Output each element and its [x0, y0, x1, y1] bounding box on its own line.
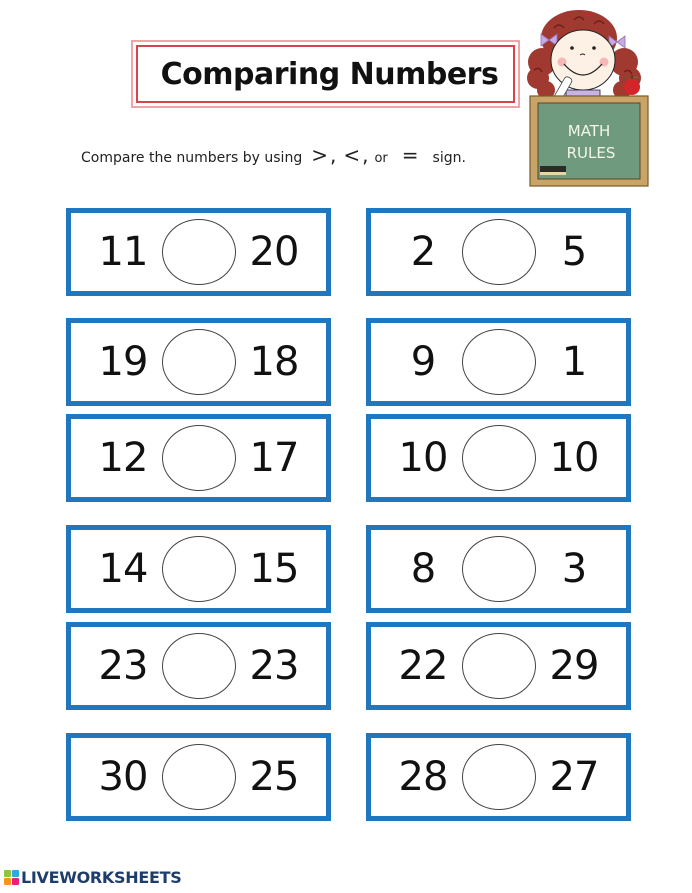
answer-oval-input[interactable]	[461, 536, 536, 602]
illustration-svg: MATH RULES	[527, 10, 649, 187]
answer-oval-input[interactable]	[161, 536, 236, 602]
right-number: 10	[549, 435, 600, 481]
chalkboard-line-2: RULES	[567, 144, 616, 162]
instructions-text: Compare the numbers by using	[81, 150, 303, 166]
answer-oval-input[interactable]	[461, 425, 536, 491]
right-number: 20	[249, 229, 300, 275]
right-number: 1	[561, 339, 587, 385]
or-text: or	[374, 151, 388, 166]
answer-oval-input[interactable]	[161, 329, 236, 395]
page-title: Comparing Numbers	[160, 56, 499, 92]
answer-oval-input[interactable]	[161, 744, 236, 810]
logo-square	[12, 878, 19, 885]
title-frame: Comparing Numbers	[136, 45, 515, 103]
comparison-card: 22 29	[366, 622, 631, 710]
left-number: 23	[98, 643, 149, 689]
comparison-card: 14 15	[66, 525, 331, 613]
logo-square	[4, 870, 11, 877]
answer-oval-input[interactable]	[461, 329, 536, 395]
right-number: 17	[249, 435, 300, 481]
right-number: 15	[249, 546, 300, 592]
answer-oval-input[interactable]	[461, 633, 536, 699]
answer-oval-input[interactable]	[161, 425, 236, 491]
left-number: 28	[398, 754, 449, 800]
comparison-card: 30 25	[66, 733, 331, 821]
left-number: 11	[98, 229, 149, 275]
answer-oval-input[interactable]	[461, 219, 536, 285]
answer-oval-input[interactable]	[461, 744, 536, 810]
greater-than-symbol: >	[311, 143, 328, 167]
answer-oval-input[interactable]	[161, 633, 236, 699]
right-number: 29	[549, 643, 600, 689]
left-number: 14	[98, 546, 149, 592]
comparison-card: 11 20	[66, 208, 331, 296]
left-number: 2	[410, 229, 436, 275]
liveworksheets-brand: LIVEWORKSHEETS	[4, 868, 182, 887]
girl-chalkboard-illustration: MATH RULES	[524, 0, 654, 190]
chalkboard-icon	[529, 95, 649, 187]
left-number: 9	[410, 339, 436, 385]
less-than-symbol: <	[343, 143, 361, 167]
right-number: 27	[549, 754, 600, 800]
right-number: 3	[561, 546, 587, 592]
left-number: 19	[98, 339, 149, 385]
equals-symbol: =	[401, 143, 419, 167]
brand-name: LIVEWORKSHEETS	[21, 868, 182, 887]
comparison-card: 23 23	[66, 622, 331, 710]
left-number: 12	[98, 435, 149, 481]
logo-square	[12, 870, 19, 877]
comma: ,	[329, 143, 337, 167]
logo-square	[4, 878, 11, 885]
left-number: 30	[98, 754, 149, 800]
comparison-card: 19 18	[66, 318, 331, 406]
left-number: 8	[410, 546, 436, 592]
liveworksheets-logo-icon	[4, 870, 19, 885]
answer-oval-input[interactable]	[161, 219, 236, 285]
left-number: 10	[398, 435, 449, 481]
right-number: 25	[249, 754, 300, 800]
comparison-card: 28 27	[366, 733, 631, 821]
left-number: 22	[398, 643, 449, 689]
instructions-tail: sign.	[432, 150, 466, 166]
right-number: 18	[249, 339, 300, 385]
face-icon	[550, 29, 616, 91]
comparison-card: 91	[366, 318, 631, 406]
comparison-card: 12 17	[66, 414, 331, 502]
comparison-card: 83	[366, 525, 631, 613]
instructions: Compare the numbers by using > , < , or …	[81, 143, 466, 167]
right-number: 23	[249, 643, 300, 689]
comparison-card: 10 10	[366, 414, 631, 502]
right-number: 5	[561, 229, 587, 275]
comparison-card: 25	[366, 208, 631, 296]
comma: ,	[362, 143, 369, 167]
title-box: Comparing Numbers	[131, 40, 520, 108]
chalkboard-line-1: MATH	[568, 122, 610, 140]
